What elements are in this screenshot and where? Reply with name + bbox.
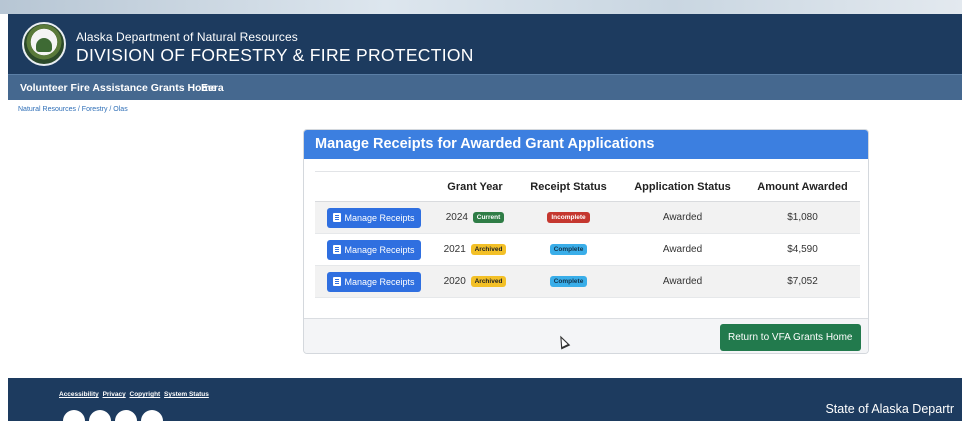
footer-link-accessibility[interactable]: Accessibility	[59, 391, 99, 398]
nav-link-user[interactable]: Eera	[201, 82, 224, 94]
table-row: Manage Receipts 2020 Archived Complete A…	[315, 265, 860, 298]
manage-receipts-label: Manage Receipts	[344, 212, 415, 223]
column-header-receipt-status: Receipt Status	[517, 171, 620, 202]
manage-receipts-panel: Manage Receipts for Awarded Grant Applic…	[303, 129, 869, 354]
grant-year-cell: 2024 Current	[433, 201, 517, 234]
footer-link-privacy[interactable]: Privacy	[103, 391, 126, 398]
instagram-icon[interactable]	[89, 410, 111, 421]
column-header-grant-year: Grant Year	[433, 171, 517, 202]
grant-year: 2021	[443, 244, 466, 256]
column-header-amount-awarded: Amount Awarded	[745, 171, 860, 202]
column-header-application-status: Application Status	[620, 171, 745, 202]
main-nav: Volunteer Fire Assistance Grants Home Ee…	[8, 74, 962, 100]
amount-awarded: $7,052	[745, 265, 860, 298]
receipt-status-cell: Complete	[517, 265, 620, 298]
amount-awarded: $4,590	[745, 233, 860, 266]
amount-awarded: $1,080	[745, 201, 860, 234]
manage-receipts-button[interactable]: Manage Receipts	[327, 207, 421, 228]
receipt-status-badge: Incomplete	[547, 211, 590, 223]
panel-title: Manage Receipts for Awarded Grant Applic…	[304, 130, 868, 159]
action-cell: Manage Receipts	[315, 265, 433, 298]
receipt-status-cell: Incomplete	[517, 201, 620, 234]
receipt-status-cell: Complete	[517, 233, 620, 266]
grant-year: 2020	[443, 276, 466, 288]
site-footer: Accessibility Privacy Copyright System S…	[8, 378, 962, 421]
grant-year: 2024	[445, 212, 468, 224]
footer-link-copyright[interactable]: Copyright	[130, 391, 161, 398]
breadcrumb[interactable]: Natural Resources / Forestry / Olas	[18, 106, 128, 113]
state-of-alaska-link[interactable]: State of Alaska Departr	[825, 402, 954, 416]
receipt-status-badge: Complete	[549, 275, 588, 287]
application-status: Awarded	[620, 201, 745, 234]
year-status-badge: Archived	[470, 275, 507, 287]
application-status: Awarded	[620, 233, 745, 266]
manage-receipts-label: Manage Receipts	[344, 276, 415, 287]
receipt-status-badge: Complete	[549, 243, 588, 255]
document-icon	[333, 277, 342, 286]
department-name: Alaska Department of Natural Resources	[76, 30, 298, 44]
table-row: Manage Receipts 2024 Current Incomplete …	[315, 201, 860, 234]
facebook-icon[interactable]	[63, 410, 85, 421]
column-header-action	[315, 171, 433, 202]
grant-year-cell: 2020 Archived	[433, 265, 517, 298]
return-to-vfa-home-button[interactable]: Return to VFA Grants Home	[720, 324, 861, 351]
site-header: Alaska Department of Natural Resources D…	[8, 14, 962, 74]
application-status: Awarded	[620, 265, 745, 298]
division-title[interactable]: DIVISION OF FORESTRY & FIRE PROTECTION	[76, 45, 474, 66]
action-cell: Manage Receipts	[315, 233, 433, 266]
document-icon	[333, 213, 342, 222]
nav-link-vfa-home[interactable]: Volunteer Fire Assistance Grants Home	[20, 82, 217, 94]
x-icon[interactable]	[115, 410, 137, 421]
year-status-badge: Archived	[470, 243, 507, 255]
footer-link-system-status[interactable]: System Status	[164, 391, 209, 398]
table-row: Manage Receipts 2021 Archived Complete A…	[315, 233, 860, 266]
table-header-row: Grant Year Receipt Status Application St…	[315, 171, 860, 202]
alaska-dnr-seal-icon[interactable]	[22, 22, 66, 66]
youtube-icon[interactable]	[141, 410, 163, 421]
footer-links: Accessibility Privacy Copyright System S…	[59, 391, 211, 398]
manage-receipts-button[interactable]: Manage Receipts	[327, 271, 421, 292]
action-cell: Manage Receipts	[315, 201, 433, 234]
document-icon	[333, 245, 342, 254]
manage-receipts-label: Manage Receipts	[344, 244, 415, 255]
receipts-table: Grant Year Receipt Status Application St…	[315, 171, 860, 298]
year-status-badge: Current	[472, 211, 505, 223]
panel-footer: Return to VFA Grants Home	[304, 318, 868, 353]
grant-year-cell: 2021 Archived	[433, 233, 517, 266]
browser-top-strip	[0, 0, 962, 14]
manage-receipts-button[interactable]: Manage Receipts	[327, 239, 421, 260]
